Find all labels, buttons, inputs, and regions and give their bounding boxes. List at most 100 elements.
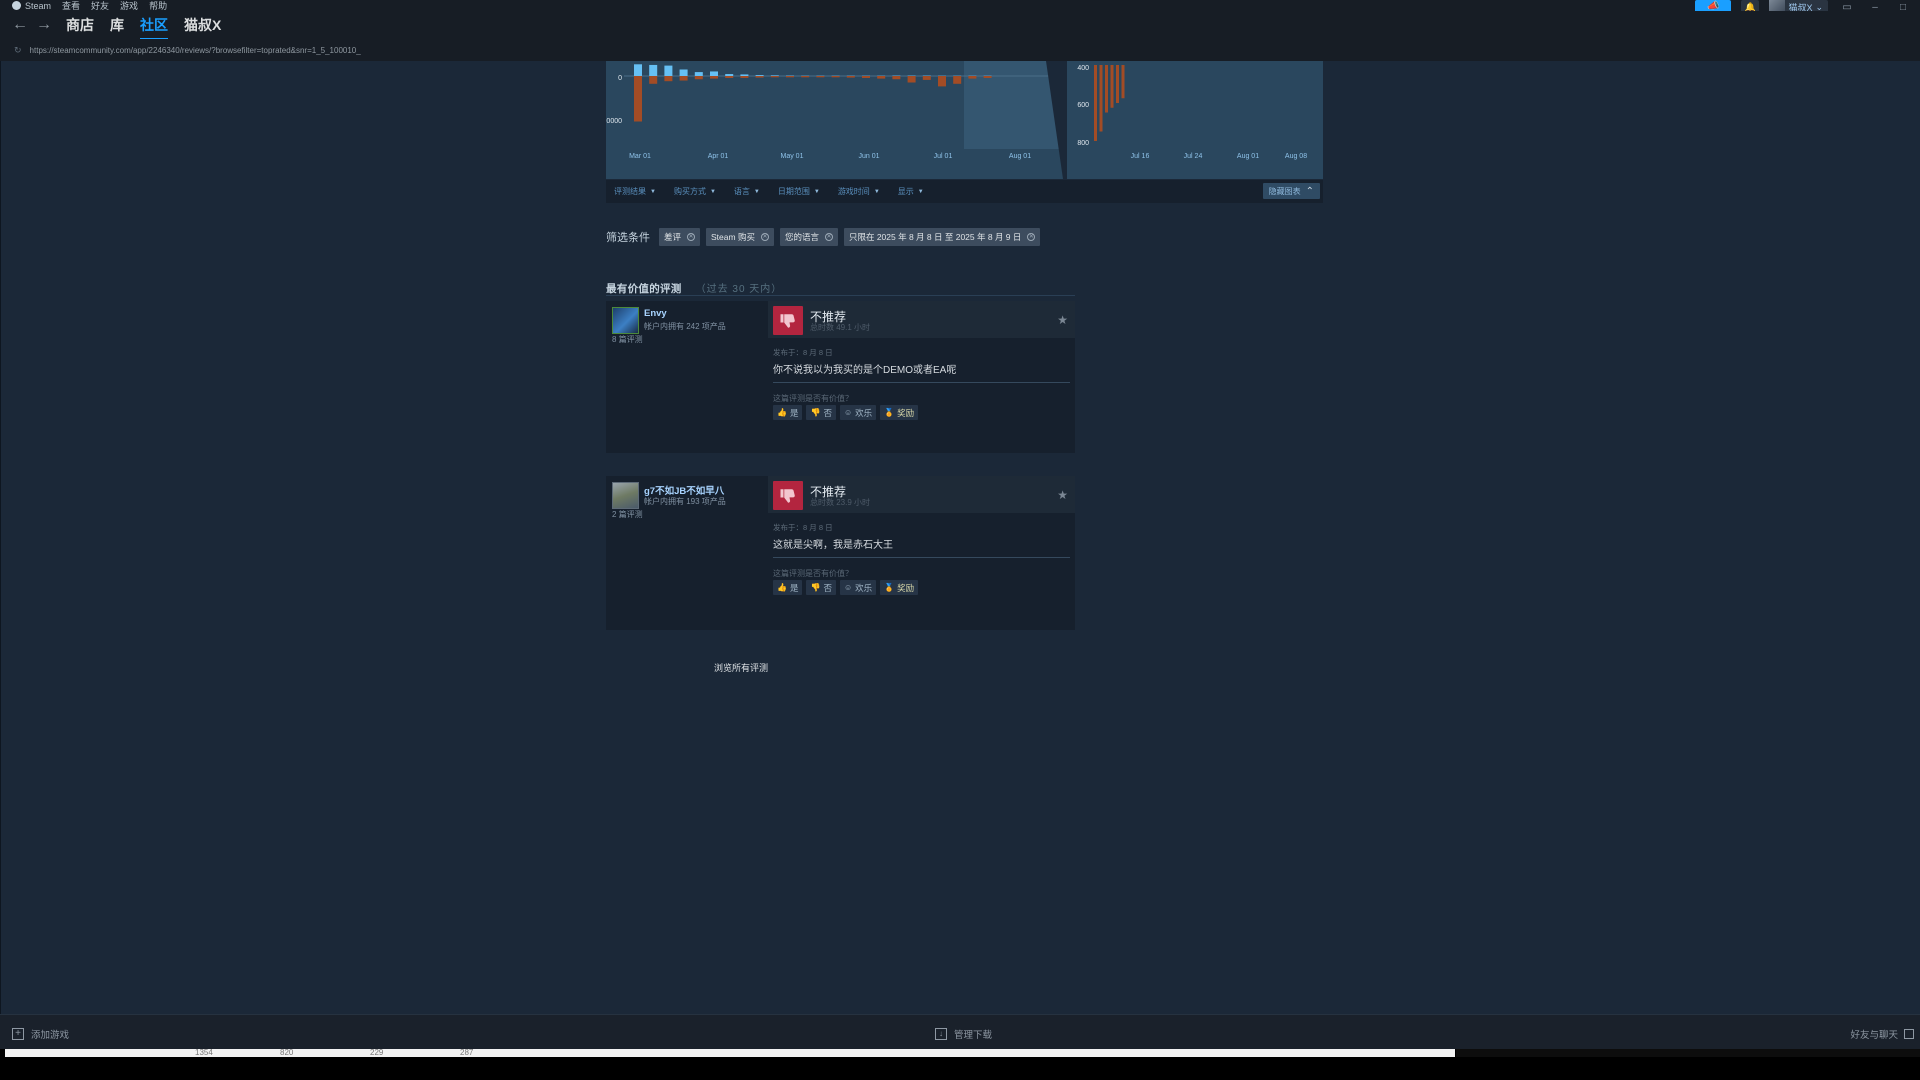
taskbar-item[interactable]: 820: [280, 1048, 293, 1057]
tab-store[interactable]: 商店: [66, 15, 94, 35]
chart-main-svg: 0 20000 Mar 01 Apr 01 May 01 Jun 01 Jul 01 Aug …: [603, 61, 1063, 179]
dropdown-language[interactable]: 语言 ▼: [734, 186, 760, 197]
hide-graph-button[interactable]: 隐藏图表 ⌃: [1262, 183, 1320, 199]
helpful-yes-button[interactable]: 👍 是: [773, 405, 803, 420]
reload-icon[interactable]: ↻: [14, 45, 22, 56]
menu-bar: Steam 查看 好友 游戏 帮助: [0, 0, 1920, 11]
x-tick-label: Aug 01: [1009, 153, 1031, 160]
author-name[interactable]: Envy: [644, 308, 667, 319]
divider: [773, 382, 1070, 383]
caret-down-icon: ▼: [753, 188, 760, 195]
author-name[interactable]: g7不如JB不如早八: [644, 483, 724, 497]
avatar[interactable]: [612, 307, 639, 334]
negative-bar: [968, 76, 977, 79]
x-tick-label: Aug 01: [1237, 153, 1259, 160]
dropdown-label: 评测结果: [614, 187, 646, 196]
url-text[interactable]: https://steamcommunity.com/app/2246340/r…: [30, 46, 361, 55]
url-bar: ↻ https://steamcommunity.com/app/2246340…: [0, 39, 1920, 61]
award-button[interactable]: 🏅 奖励: [880, 405, 919, 420]
vote-header[interactable]: 不推荐 总时数 23.9 小时 ★: [768, 476, 1075, 513]
main-nav: ← → 商店 库 社区 猫叔X: [0, 11, 1920, 40]
back-arrow-icon[interactable]: ←: [12, 16, 28, 34]
view-all-reviews-link[interactable]: 浏览所有评测: [714, 661, 768, 674]
forward-arrow-icon[interactable]: →: [36, 16, 52, 34]
negative-bar: [862, 76, 870, 78]
friends-chat-button[interactable]: 好友与聊天: [1850, 1027, 1914, 1041]
dropdown-review-type[interactable]: 评测结果 ▼: [614, 186, 656, 197]
taskbar-item[interactable]: 287: [460, 1048, 473, 1057]
funny-button[interactable]: ☺ 欢乐: [839, 405, 877, 420]
filter-dropdown-strip: 评测结果 ▼ 购买方式 ▼ 语言 ▼ 日期范围 ▼ 游戏时间 ▼ 显示 ▼ 隐藏图表 ⌃: [606, 180, 1323, 203]
negative-bar: [786, 76, 794, 78]
award-icon: 🏅: [884, 408, 895, 417]
funny-button[interactable]: ☺ 欢乐: [839, 580, 877, 595]
helpful-yes-button[interactable]: 👍 是: [773, 580, 803, 595]
dropdown-playtime[interactable]: 游戏时间 ▼: [838, 186, 880, 197]
remove-icon[interactable]: ✕: [687, 233, 696, 241]
negative-bar: [801, 76, 810, 78]
caret-down-icon: ▼: [709, 188, 716, 195]
dropdown-purchase-type[interactable]: 购买方式 ▼: [674, 186, 716, 197]
taskbar-item[interactable]: 229: [370, 1048, 383, 1057]
negative-bar: [1105, 65, 1108, 113]
button-label: 否: [823, 582, 832, 593]
thumbs-up-icon: 👍: [777, 408, 787, 417]
page-content: 0 20000 Mar 01 Apr 01 May 01 Jun 01 Jul 01 Aug …: [0, 61, 1920, 1014]
section-title: 最有价值的评测: [606, 283, 682, 295]
helpful-question: 这篇评测是否有价值？: [773, 394, 853, 403]
chat-icon: [1904, 1029, 1914, 1039]
review-count[interactable]: 2 篇评测: [612, 509, 643, 520]
review-count[interactable]: 8 篇评测: [612, 334, 643, 345]
filter-chip-date[interactable]: 只限在 2025 年 8 月 8 日 至 2025 年 8 月 9 日 ✕: [843, 228, 1041, 246]
section-subtitle: （过去 30 天内）: [695, 284, 783, 295]
filter-chip-steam-purchase[interactable]: Steam 购买 ✕: [706, 228, 774, 246]
negative-bar: [755, 76, 764, 78]
plus-icon: +: [12, 1028, 24, 1040]
star-icon[interactable]: ★: [1057, 313, 1068, 327]
helpful-no-button[interactable]: 👎 否: [806, 580, 836, 595]
x-tick-label: Mar 01: [629, 153, 651, 160]
negative-bar: [831, 76, 840, 78]
posted-date: 发布于：8 月 8 日: [773, 348, 833, 357]
add-game-button[interactable]: + 添加游戏: [12, 1027, 69, 1041]
caret-down-icon: ▼: [650, 188, 656, 195]
tab-community[interactable]: 社区: [140, 15, 168, 40]
y-tick-label: 0: [618, 75, 622, 82]
review-text: 这就是尖啊，我是赤石大王: [773, 540, 893, 551]
review-histogram: 0 20000 Mar 01 Apr 01 May 01 Jun 01 Jul 01 Aug …: [603, 61, 1323, 179]
negative-bar: [922, 76, 931, 80]
helpful-no-button[interactable]: 👎 否: [806, 405, 836, 420]
remove-icon[interactable]: ✕: [824, 233, 833, 241]
filter-chip-language[interactable]: 您的语言 ✕: [779, 228, 838, 246]
avatar[interactable]: [612, 482, 639, 509]
manage-downloads-button[interactable]: ↓ 管理下载: [935, 1027, 992, 1041]
button-label: 是: [789, 407, 799, 418]
taskbar-item[interactable]: 1354: [195, 1048, 213, 1057]
negative-bar: [770, 76, 779, 78]
tab-profile[interactable]: 猫叔X: [184, 15, 221, 35]
chip-label: 您的语言: [784, 232, 819, 242]
y-tick-label: 600: [1077, 102, 1089, 109]
filter-chip-negative[interactable]: 差评 ✕: [659, 228, 701, 246]
negative-bar: [664, 76, 673, 82]
thumbs-down-icon: [773, 306, 803, 335]
award-button[interactable]: 🏅 奖励: [880, 580, 919, 595]
negative-bar: [649, 76, 658, 84]
dropdown-date-range[interactable]: 日期范围 ▼: [778, 186, 820, 197]
os-taskbar: 1354 820 229 287: [0, 1048, 1920, 1080]
chip-label: Steam 购买: [711, 232, 755, 242]
taskbar-strip-right: [1456, 1049, 1920, 1057]
menu-steam[interactable]: Steam: [25, 1, 51, 11]
negative-bar: [907, 76, 916, 83]
add-game-label: 添加游戏: [31, 1030, 70, 1041]
dropdown-display[interactable]: 显示 ▼: [898, 186, 924, 197]
vote-header[interactable]: 不推荐 总时数 49.1 小时 ★: [768, 301, 1075, 338]
remove-icon[interactable]: ✕: [760, 233, 769, 241]
tab-library[interactable]: 库: [110, 15, 124, 35]
section-header: 最有价值的评测 （过去 30 天内）: [606, 280, 1075, 296]
button-label: 欢乐: [855, 407, 873, 418]
star-icon[interactable]: ★: [1057, 488, 1068, 502]
remove-icon[interactable]: ✕: [1027, 233, 1036, 241]
button-label: 否: [823, 407, 832, 418]
negative-bar: [938, 76, 946, 87]
